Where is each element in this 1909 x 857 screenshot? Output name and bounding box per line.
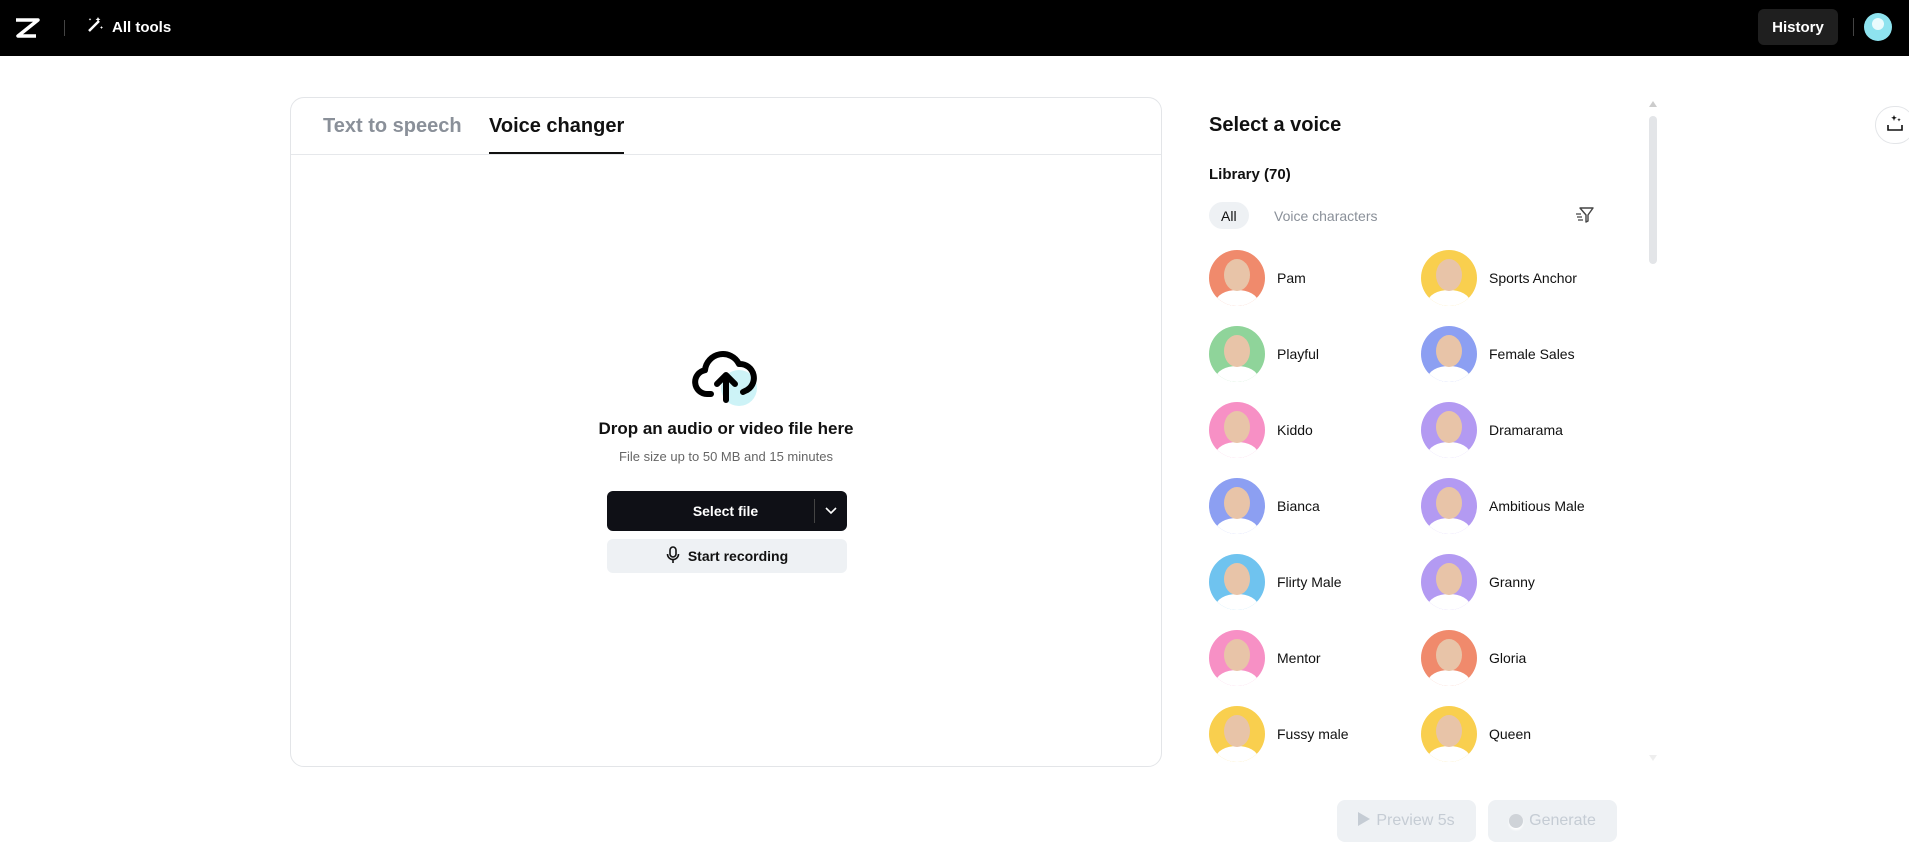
- voice-name: Queen: [1489, 726, 1532, 742]
- scroll-up-arrow[interactable]: [1649, 101, 1657, 107]
- voice-name: Pam: [1277, 270, 1306, 286]
- history-button[interactable]: History: [1758, 9, 1838, 45]
- voice-avatar: [1209, 706, 1265, 762]
- voice-item[interactable]: Flirty Male: [1209, 554, 1342, 610]
- voice-avatar: [1209, 250, 1265, 306]
- voice-item[interactable]: Queen: [1421, 706, 1531, 762]
- ai-voice-float-button[interactable]: [1875, 106, 1909, 144]
- voice-item[interactable]: Dramarama: [1421, 402, 1563, 458]
- voice-avatar: [1421, 706, 1477, 762]
- cloud-upload-icon: [689, 344, 769, 415]
- voice-item[interactable]: Playful: [1209, 326, 1319, 382]
- voice-avatar: [1421, 326, 1477, 382]
- sparkle-icon: [1886, 114, 1904, 137]
- select-file-button[interactable]: Select file: [607, 491, 847, 531]
- voice-item[interactable]: Kiddo: [1209, 402, 1313, 458]
- voice-avatar: [1209, 326, 1265, 382]
- chip-all[interactable]: All: [1209, 202, 1249, 229]
- panel-title: Select a voice: [1209, 114, 1342, 136]
- user-avatar[interactable]: [1864, 13, 1892, 41]
- all-tools-button[interactable]: All tools: [86, 16, 171, 38]
- voice-name: Mentor: [1277, 650, 1321, 666]
- top-bar: All tools History: [0, 0, 1909, 56]
- voice-name: Playful: [1277, 346, 1320, 362]
- all-tools-label: All tools: [112, 18, 172, 36]
- coin-icon: [1509, 814, 1524, 828]
- file-size-hint: File size up to 50 MB and 15 minutes: [619, 449, 833, 464]
- voice-item[interactable]: Sports Anchor: [1421, 250, 1577, 306]
- voice-item[interactable]: Gloria: [1421, 630, 1526, 686]
- voice-item[interactable]: Mentor: [1209, 630, 1321, 686]
- divider: [64, 20, 65, 36]
- tab-text-to-speech[interactable]: Text to speech: [323, 115, 462, 152]
- voice-item[interactable]: Pam: [1209, 250, 1306, 306]
- voice-avatar: [1421, 250, 1477, 306]
- voice-name: Female Sales: [1489, 346, 1575, 362]
- voice-avatar: [1209, 402, 1265, 458]
- library-count: Library (70): [1209, 166, 1291, 183]
- voice-item[interactable]: Fussy male: [1209, 706, 1349, 762]
- capcut-logo-icon[interactable]: [14, 17, 40, 44]
- voice-avatar: [1209, 630, 1265, 686]
- scroll-down-arrow[interactable]: [1649, 755, 1657, 761]
- microphone-icon: [666, 545, 680, 567]
- voice-item[interactable]: Granny: [1421, 554, 1535, 610]
- voice-avatar: [1421, 554, 1477, 610]
- play-icon: [1358, 811, 1371, 831]
- voice-name: Ambitious Male: [1489, 498, 1585, 514]
- preview-label: Preview 5s: [1376, 812, 1455, 829]
- scrollbar-thumb[interactable]: [1649, 116, 1657, 264]
- voice-item[interactable]: Female Sales: [1421, 326, 1575, 382]
- voice-name: Bianca: [1277, 498, 1320, 514]
- voice-avatar: [1209, 478, 1265, 534]
- chip-voice-characters[interactable]: Voice characters: [1262, 202, 1390, 229]
- chevron-down-icon[interactable]: [814, 499, 847, 523]
- voice-item[interactable]: Bianca: [1209, 478, 1320, 534]
- voice-name: Fussy male: [1277, 726, 1349, 742]
- tab-bar: Text to speech Voice changer: [291, 98, 1161, 155]
- generate-button[interactable]: Generate: [1488, 800, 1617, 842]
- filter-icon[interactable]: [1575, 205, 1595, 230]
- voice-name: Sports Anchor: [1489, 270, 1577, 286]
- voice-name: Gloria: [1489, 650, 1527, 666]
- start-recording-button[interactable]: Start recording: [607, 539, 847, 573]
- voice-name: Dramarama: [1489, 422, 1563, 438]
- magic-wand-icon: [86, 16, 104, 38]
- voice-item[interactable]: Ambitious Male: [1421, 478, 1585, 534]
- tab-voice-changer[interactable]: Voice changer: [489, 115, 625, 154]
- voice-name: Granny: [1489, 574, 1535, 590]
- preview-button[interactable]: Preview 5s: [1337, 800, 1476, 842]
- select-file-label: Select file: [692, 503, 759, 519]
- divider: [1853, 18, 1854, 36]
- drop-title: Drop an audio or video file here: [598, 419, 854, 438]
- voice-changer-card: Text to speech Voice changer Drop an aud…: [290, 97, 1162, 767]
- start-recording-label: Start recording: [687, 548, 789, 564]
- voice-name: Flirty Male: [1277, 574, 1342, 590]
- voice-name: Kiddo: [1277, 422, 1313, 438]
- voice-avatar: [1209, 554, 1265, 610]
- voice-avatar: [1421, 630, 1477, 686]
- voice-avatar: [1421, 478, 1477, 534]
- voice-avatar: [1421, 402, 1477, 458]
- generate-label: Generate: [1529, 812, 1596, 829]
